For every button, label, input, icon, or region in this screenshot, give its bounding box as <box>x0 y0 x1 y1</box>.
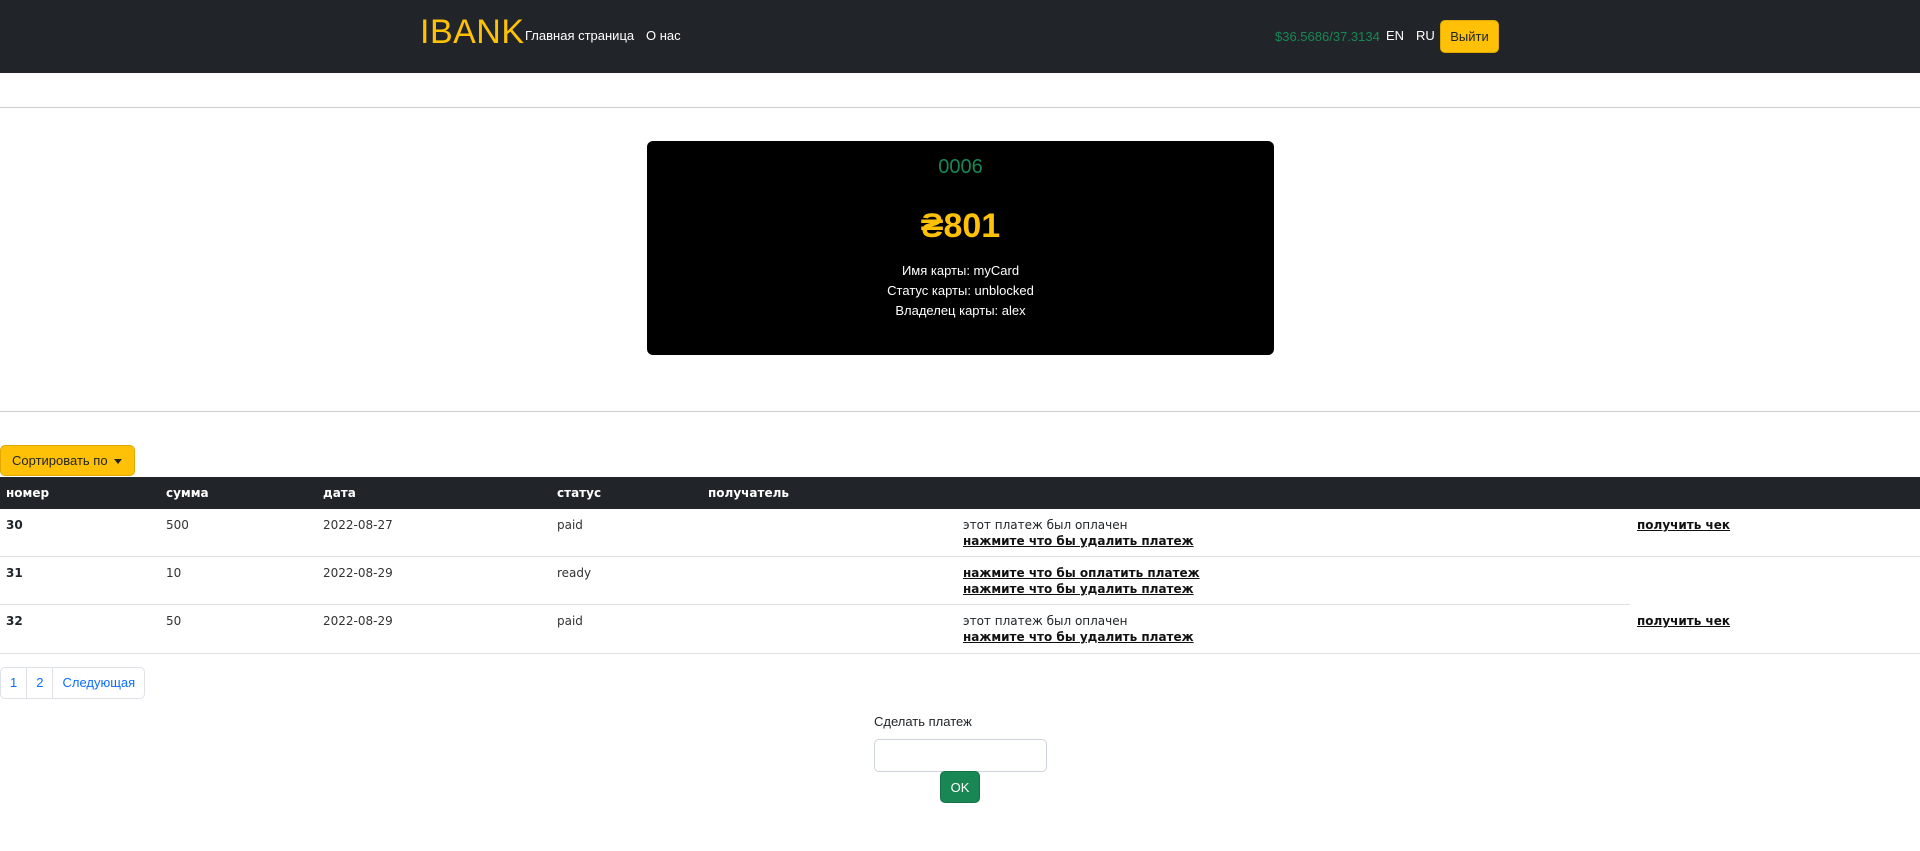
payment-number: 31 <box>6 566 23 580</box>
payment-status: paid <box>557 518 583 532</box>
sort-dropdown-button[interactable]: Сортировать по <box>0 445 135 476</box>
exchange-rate: $36.5686/37.3134 <box>1275 29 1380 44</box>
header-recipient: получатель <box>708 486 789 500</box>
payment-paid-note: этот платеж был оплачен <box>963 518 1128 532</box>
caret-down-icon <box>113 459 122 465</box>
card-name: Имя карты: myCard <box>901 263 1020 278</box>
row-divider <box>0 653 1920 654</box>
payment-status: ready <box>557 566 592 580</box>
nav-about-link[interactable]: О нас <box>646 28 681 43</box>
divider <box>0 107 1920 108</box>
navbar: IBANK Главная страница О нас $36.5686/37… <box>0 0 1920 73</box>
card-balance: ₴801 <box>920 207 1001 245</box>
delete-payment-link[interactable]: нажмите что бы удалить платеж <box>963 534 1194 548</box>
header-number: номер <box>6 486 50 500</box>
payment-date: 2022-08-29 <box>323 614 393 628</box>
get-receipt-link[interactable]: получить чек <box>1637 614 1730 628</box>
payment-number: 30 <box>6 518 23 532</box>
sort-label: Сортировать по <box>12 453 108 468</box>
payment-date: 2022-08-27 <box>323 518 393 532</box>
delete-payment-link[interactable]: нажмите что бы удалить платеж <box>963 582 1194 596</box>
header-amount: сумма <box>166 486 209 500</box>
get-receipt-link[interactable]: получить чек <box>1637 518 1730 532</box>
card-number: 0006 <box>938 156 983 178</box>
logout-button[interactable]: Выйти <box>1440 20 1499 53</box>
pay-payment-link[interactable]: нажмите что бы оплатить платеж <box>963 566 1200 580</box>
lang-ru-link[interactable]: RU <box>1416 28 1435 43</box>
table-row: 31 10 2022-08-29 ready нажмите что бы оп… <box>0 557 1920 605</box>
payment-amount: 500 <box>166 518 189 532</box>
table-header: номер сумма дата статус получатель <box>0 477 1920 509</box>
payment-label: Сделать платеж <box>874 714 972 729</box>
nav-home-link[interactable]: Главная страница <box>525 28 634 43</box>
divider <box>0 411 1920 412</box>
table-row: 32 50 2022-08-29 paid этот платеж был оп… <box>0 605 1920 653</box>
delete-payment-link[interactable]: нажмите что бы удалить платеж <box>963 630 1194 644</box>
payment-amount: 50 <box>166 614 182 628</box>
header-date: дата <box>323 486 356 500</box>
payment-input[interactable] <box>874 739 1047 772</box>
payment-amount: 10 <box>166 566 182 580</box>
brand-logo[interactable]: IBANK <box>420 13 525 52</box>
page-1-link[interactable]: 1 <box>1 668 28 698</box>
pagination: 1 2 Следующая <box>0 667 146 699</box>
lang-en-link[interactable]: EN <box>1386 28 1404 43</box>
payment-date: 2022-08-29 <box>323 566 393 580</box>
page-2-link[interactable]: 2 <box>27 668 54 698</box>
bank-card: 0006 ₴801 Имя карты: myCard Статус карты… <box>647 141 1274 355</box>
card-owner: Владелец карты: alex <box>895 303 1026 318</box>
payment-paid-note: этот платеж был оплачен <box>963 614 1128 628</box>
submit-payment-button[interactable]: OK <box>940 771 980 803</box>
payment-number: 32 <box>6 614 23 628</box>
card-status: Статус карты: unblocked <box>887 283 1034 298</box>
header-status: статус <box>557 486 602 500</box>
table-row: 30 500 2022-08-27 paid этот платеж был о… <box>0 509 1920 557</box>
payment-status: paid <box>557 614 583 628</box>
next-page-link[interactable]: Следующая <box>53 668 144 698</box>
